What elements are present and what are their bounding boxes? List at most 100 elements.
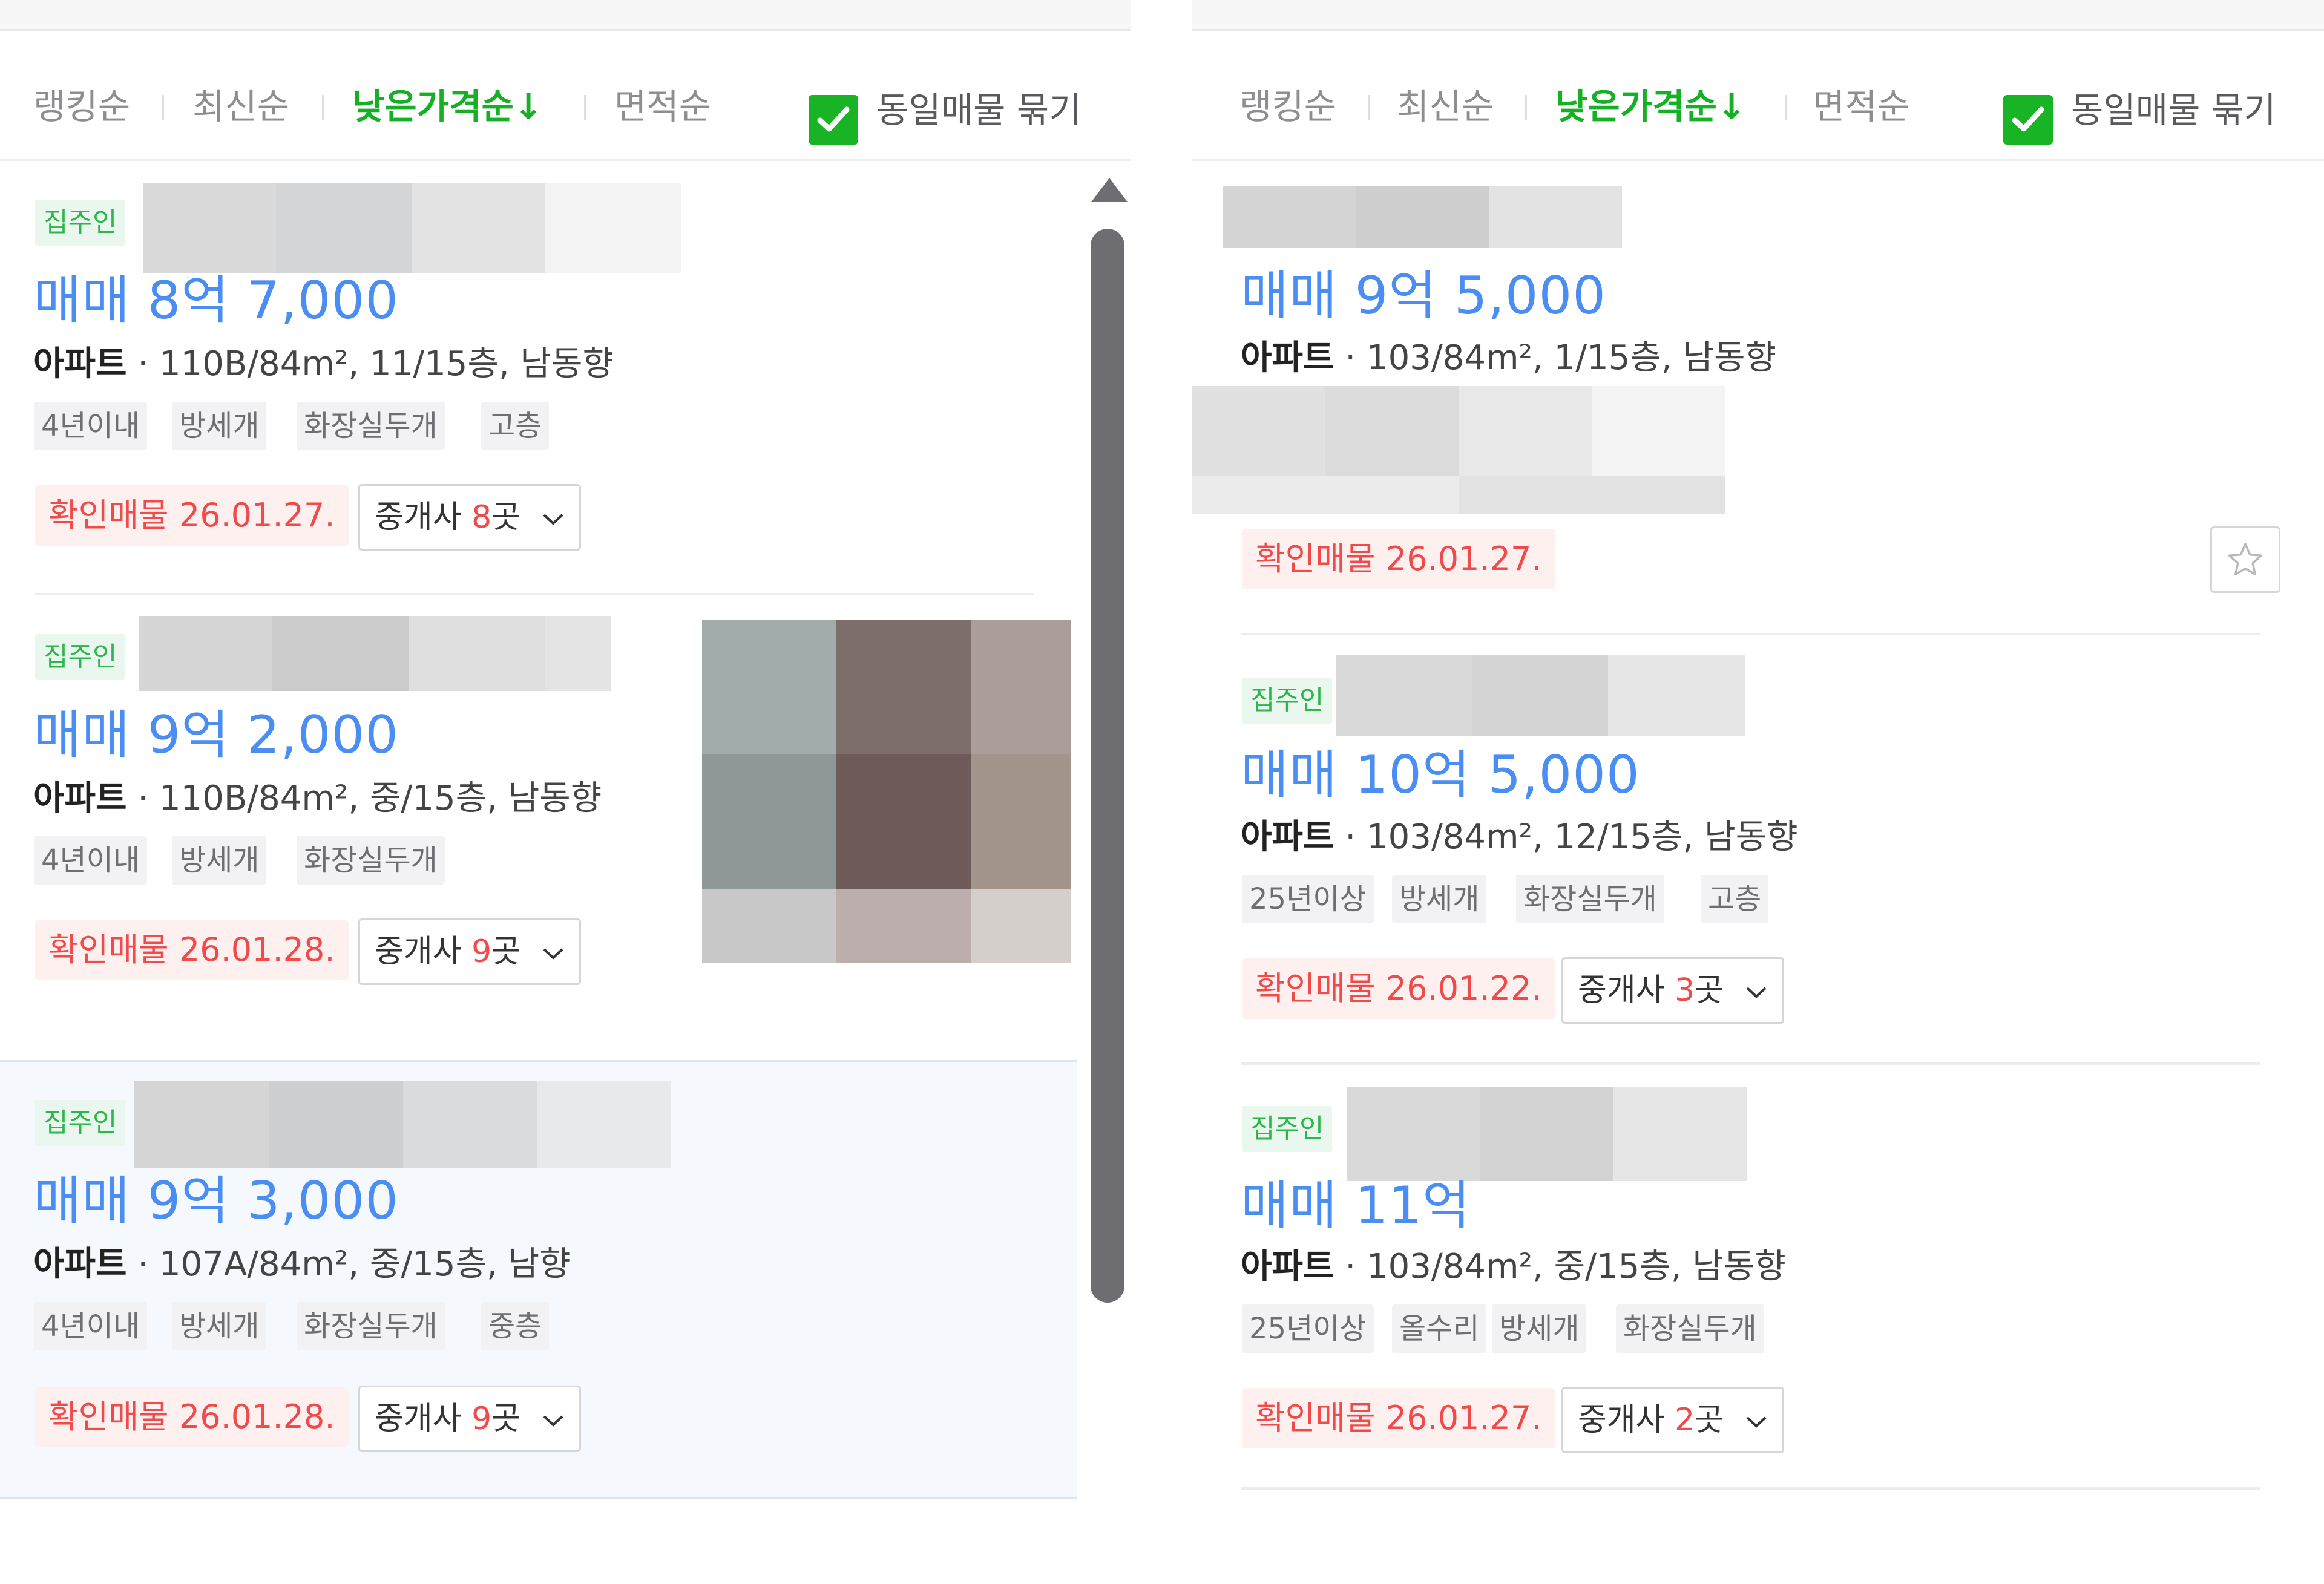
feature-tag: 방세개 [1492,1304,1587,1353]
top-strip [0,0,1131,31]
agent-label: 중개사 [375,499,472,535]
blurred-title [143,183,681,273]
sort-latest[interactable]: 최신순 [1397,89,1494,124]
listing-card[interactable]: 집주인 매매 8억 7,000 아파트 · 110B/84m², 11/15층,… [0,161,1077,597]
listing-type: 아파트 [1241,1247,1334,1286]
sort-separator [1785,95,1787,120]
listing-info: 아파트 · 103/84m², 1/15층, 남동향 [1241,341,1776,375]
top-strip [1192,0,2324,31]
owner-badge: 집주인 [35,200,126,246]
agent-count-button[interactable]: 중개사 8곳 [358,484,581,551]
agent-count-button[interactable]: 중개사 9곳 [358,918,581,985]
feature-tag: 4년이내 [34,402,148,450]
listing-panel-left: 랭킹순 최신순 낮은가격순↓ 면적순 동일매물 묶기 집주인 매매 8억 7,0… [0,0,1131,1507]
blurred-tags [1192,386,1797,514]
listing-info: 아파트 · 110B/84m², 중/15층, 남동향 [33,782,602,816]
confirmed-listing-badge: 확인매물 26.01.27. [35,485,349,546]
listing-card[interactable]: 집주인 매매 11억 아파트 · 103/84m², 중/15층, 남동향 25… [1192,1065,2324,1488]
listing-type: 아파트 [33,1245,127,1284]
panel-gap [1131,0,1192,1584]
sort-area[interactable]: 면적순 [1813,89,1909,124]
listing-price: 매매 9억 2,000 [33,705,399,765]
sort-latest[interactable]: 최신순 [192,89,289,124]
listing-detail: 110B/84m², 11/15층, 남동향 [159,344,614,384]
confirmed-listing-badge: 확인매물 26.01.28. [35,1387,349,1447]
blurred-title [139,616,611,691]
agent-count-button[interactable]: 중개사 9곳 [358,1386,581,1452]
agent-unit: 곳 [491,499,520,535]
listing-info: 아파트 · 110B/84m², 11/15층, 남동향 [33,347,614,381]
agent-label: 중개사 [1578,1402,1675,1438]
check-icon [817,106,850,132]
confirmed-listing-badge: 확인매물 26.01.27. [1242,1388,1555,1448]
favorite-button[interactable] [2210,526,2280,593]
agent-count-button[interactable]: 중개사 3곳 [1561,957,1784,1024]
info-dot: · [1334,817,1367,857]
agent-count: 9 [471,934,492,970]
owner-badge: 집주인 [35,634,126,680]
chevron-down-icon [1746,987,1766,998]
info-dot: · [1334,1247,1367,1286]
scrollbar-thumb[interactable] [1091,229,1124,1303]
feature-tag: 중층 [481,1302,550,1350]
card-divider [35,593,1034,595]
listing-photo[interactable] [702,620,1071,963]
agent-count: 2 [1675,1402,1695,1438]
listing-card[interactable]: 매매 9억 5,000 아파트 · 103/84m², 1/15층, 남동향 확… [1192,161,2324,633]
sort-low-price[interactable]: 낮은가격순↓ [1555,89,1746,124]
sort-separator [584,95,586,120]
listing-card[interactable]: 집주인 매매 10억 5,000 아파트 · 103/84m², 12/15층,… [1192,635,2324,1059]
group-checkbox-label: 동일매물 묶기 [876,90,1082,131]
sort-bar: 랭킹순 최신순 낮은가격순↓ 면적순 동일매물 묶기 [0,31,1131,161]
listing-detail: 103/84m², 1/15층, 남동향 [1366,338,1777,378]
listing-detail: 107A/84m², 중/15층, 남향 [159,1245,571,1284]
agent-count-button[interactable]: 중개사 2곳 [1561,1387,1784,1453]
blurred-title [1336,655,1745,736]
chevron-down-icon [543,948,563,960]
owner-badge: 집주인 [1242,1106,1333,1152]
card-divider [1241,1487,2260,1490]
sort-ranking[interactable]: 랭킹순 [33,89,130,124]
info-dot: · [126,344,159,384]
sort-separator [1525,95,1527,120]
owner-badge: 집주인 [1242,678,1333,724]
agent-unit: 곳 [491,934,520,970]
agent-label: 중개사 [1578,972,1675,1009]
sort-ranking[interactable]: 랭킹순 [1239,89,1336,124]
listing-type: 아파트 [1241,817,1334,857]
feature-tag: 화장실두개 [297,402,445,450]
info-dot: · [126,1245,159,1284]
group-checkbox[interactable] [2003,95,2053,145]
confirmed-listing-badge: 확인매물 26.01.28. [35,920,349,980]
feature-tag: 25년이상 [1242,875,1374,923]
sort-low-price[interactable]: 낮은가격순↓ [352,89,543,124]
listing-detail: 110B/84m², 중/15층, 남동향 [159,779,602,818]
feature-tag: 25년이상 [1242,1304,1374,1353]
chevron-down-icon [543,1415,563,1427]
agent-unit: 곳 [1695,972,1724,1009]
listing-type: 아파트 [33,779,127,818]
scrollbar[interactable] [1083,174,1131,1324]
star-outline-icon [2228,543,2263,576]
listing-info: 아파트 · 107A/84m², 중/15층, 남향 [33,1248,571,1281]
agent-unit: 곳 [491,1401,520,1437]
feature-tag: 화장실두개 [297,836,445,885]
listing-price: 매매 11억 [1241,1176,1471,1236]
group-checkbox-label: 동일매물 묶기 [2071,90,2276,131]
sort-separator [162,95,164,120]
blurred-title [1347,1087,1747,1181]
group-checkbox[interactable] [809,95,858,145]
sort-area[interactable]: 면적순 [614,89,711,124]
info-dot: · [126,779,159,818]
scroll-up-arrow-icon[interactable] [1091,178,1128,202]
agent-count: 3 [1675,972,1695,1009]
feature-tag: 고층 [481,402,550,450]
feature-tag: 방세개 [1392,875,1487,923]
listing-card-selected[interactable]: 집주인 매매 9억 3,000 아파트 · 107A/84m², 중/15층, … [0,1060,1077,1499]
listing-price: 매매 9억 3,000 [33,1171,399,1231]
feature-tag: 화장실두개 [1516,875,1664,923]
agent-count: 8 [471,499,492,535]
listing-panel-right: 랭킹순 최신순 낮은가격순↓ 면적순 동일매물 묶기 매매 9억 5,000 아… [1192,0,2324,1507]
confirmed-listing-badge: 확인매물 26.01.27. [1242,529,1555,589]
listing-detail: 103/84m², 중/15층, 남동향 [1366,1247,1786,1286]
